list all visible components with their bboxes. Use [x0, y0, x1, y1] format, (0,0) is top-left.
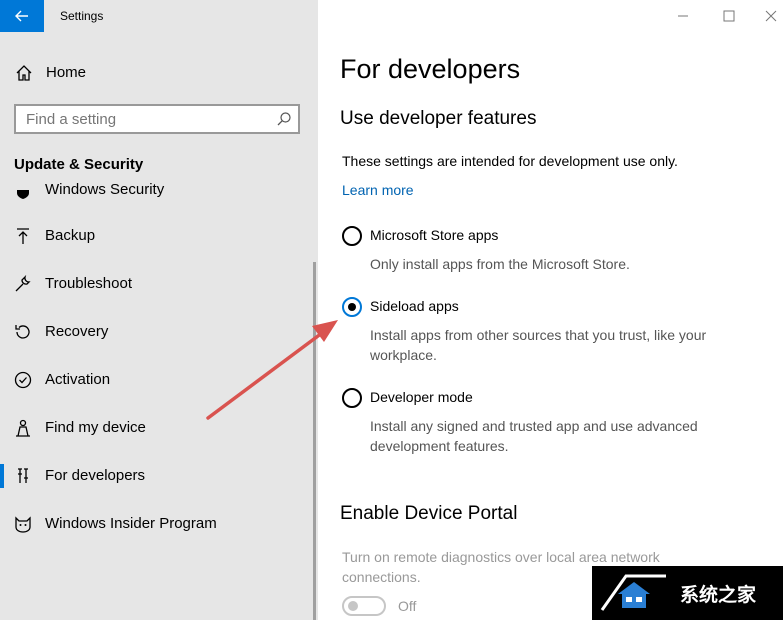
title-bar: Settings	[0, 0, 318, 32]
radio-button[interactable]	[342, 226, 362, 246]
sidebar-item-label: Recovery	[45, 323, 109, 340]
back-button[interactable]	[0, 0, 44, 32]
sidebar-item-label: Backup	[45, 227, 96, 244]
maximize-icon[interactable]	[719, 6, 739, 26]
sidebar-item-label: Windows Insider Program	[45, 515, 217, 532]
insider-cat-icon	[15, 516, 31, 533]
radio-description: Install apps from other sources that you…	[370, 327, 707, 363]
sidebar-item-windows-insider[interactable]: Windows Insider Program	[0, 504, 318, 544]
home-label: Home	[46, 64, 87, 81]
watermark-text: 系统之家	[680, 584, 757, 606]
radio-button[interactable]	[342, 388, 362, 408]
sidebar-item-backup[interactable]: Backup	[0, 216, 318, 256]
radio-label: Microsoft Store apps	[370, 227, 499, 243]
recovery-icon	[15, 325, 30, 339]
sidebar-item-label: For developers	[45, 467, 146, 484]
toggle-state-label: Off	[398, 598, 417, 614]
sidebar-item-label: Troubleshoot	[45, 275, 132, 292]
sidebar-item-recovery[interactable]: Recovery	[0, 312, 318, 352]
learn-more-link[interactable]: Learn more	[342, 182, 414, 198]
page-title: For developers	[340, 54, 521, 84]
main-content: For developers Use developer features Th…	[318, 0, 783, 620]
wrench-icon	[15, 274, 31, 292]
sidebar-scrollbar[interactable]	[313, 262, 316, 620]
sidebar-item-for-developers[interactable]: For developers	[0, 456, 318, 496]
person-location-icon	[16, 419, 30, 437]
back-arrow-icon	[15, 10, 28, 22]
sidebar-item-label: Windows Security	[45, 181, 165, 198]
sidebar-item-troubleshoot[interactable]: Troubleshoot	[0, 264, 318, 304]
check-circle-icon	[14, 371, 32, 389]
home-icon	[16, 65, 32, 81]
developer-tools-icon	[18, 468, 28, 483]
minimize-icon[interactable]	[673, 6, 693, 26]
shield-icon	[17, 190, 29, 199]
section-heading-developer-features: Use developer features	[340, 108, 537, 129]
radio-description: Only install apps from the Microsoft Sto…	[370, 256, 630, 272]
sidebar: Settings Home Find a setting Update & Se…	[0, 0, 318, 620]
app-title: Settings	[60, 9, 104, 23]
sidebar-item-activation[interactable]: Activation	[0, 360, 318, 400]
watermark-logo: 系统之家	[592, 566, 783, 620]
radio-label: Developer mode	[370, 389, 473, 405]
radio-button-selected[interactable]	[342, 297, 362, 317]
home-nav-item[interactable]: Home	[0, 56, 318, 88]
sidebar-item-label: Activation	[45, 371, 111, 388]
sidebar-item-find-my-device[interactable]: Find my device	[0, 408, 318, 448]
scroll-clip	[0, 174, 318, 180]
toggle-knob	[348, 601, 358, 611]
search-input[interactable]: Find a setting	[14, 104, 300, 134]
radio-description: Install any signed and trusted app and u…	[370, 418, 698, 454]
device-portal-toggle[interactable]	[342, 596, 386, 616]
watermark-house-icon	[600, 574, 666, 611]
search-placeholder: Find a setting	[26, 111, 117, 128]
close-icon[interactable]	[761, 6, 781, 26]
search-icon	[277, 112, 291, 126]
section-heading-device-portal: Enable Device Portal	[340, 503, 518, 524]
section-description: These settings are intended for developm…	[342, 153, 678, 169]
sidebar-item-label: Find my device	[45, 419, 146, 436]
selected-indicator	[0, 464, 4, 488]
radio-label: Sideload apps	[370, 298, 459, 314]
backup-icon	[17, 228, 29, 244]
